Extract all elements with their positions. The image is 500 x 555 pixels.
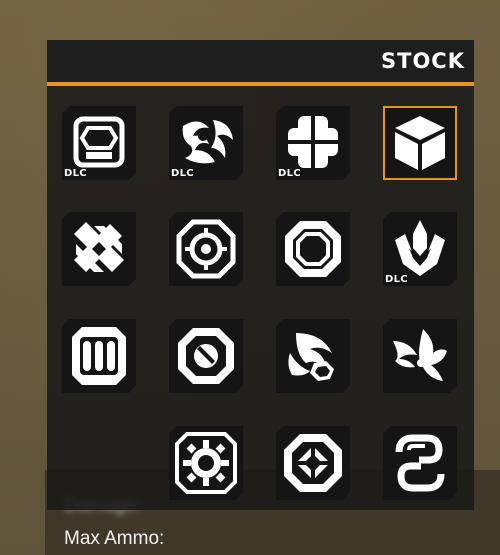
gear-octagon-icon [176,219,236,279]
dlc-badge: DLC [385,274,408,285]
max-ammo-label: Max Ammo: [64,528,165,549]
octagon-frame-icon [285,221,341,277]
stock-option-4-selected[interactable] [383,106,457,180]
stock-option-13[interactable] [169,426,243,500]
stock-option-6[interactable] [169,212,243,286]
stock-option-5[interactable] [62,212,136,286]
claw-icon [288,333,334,381]
triple-bars-icon [72,327,126,385]
stock-option-15[interactable] [383,426,457,500]
stock-option-2[interactable]: DLC [169,106,243,180]
dlc-badge: DLC [64,168,87,179]
dlc-badge: DLC [278,168,301,179]
stock-option-3[interactable]: DLC [276,106,350,180]
stock-option-8[interactable]: DLC [383,212,457,286]
stock-option-14[interactable] [276,426,350,500]
serpent-knot-icon [395,434,445,492]
stock-option-9[interactable] [62,319,136,393]
stock-option-10[interactable] [169,319,243,393]
wings-icon [393,329,447,381]
dlc-badge: DLC [171,168,194,179]
cube-icon [395,116,445,170]
stock-option-1[interactable]: DLC [62,106,136,180]
stock-option-12[interactable] [383,319,457,393]
sun-gear-icon [175,432,237,494]
stock-grid: DLC DLC DLC DLC [47,40,474,510]
slashed-octagon-icon [178,328,234,384]
stock-panel: STOCK DLC DLC DLC DLC [47,40,474,510]
stock-option-7[interactable] [276,212,350,286]
weave-icon [74,222,124,272]
stock-option-11[interactable] [276,319,350,393]
lattice-octagon-icon [284,434,342,492]
